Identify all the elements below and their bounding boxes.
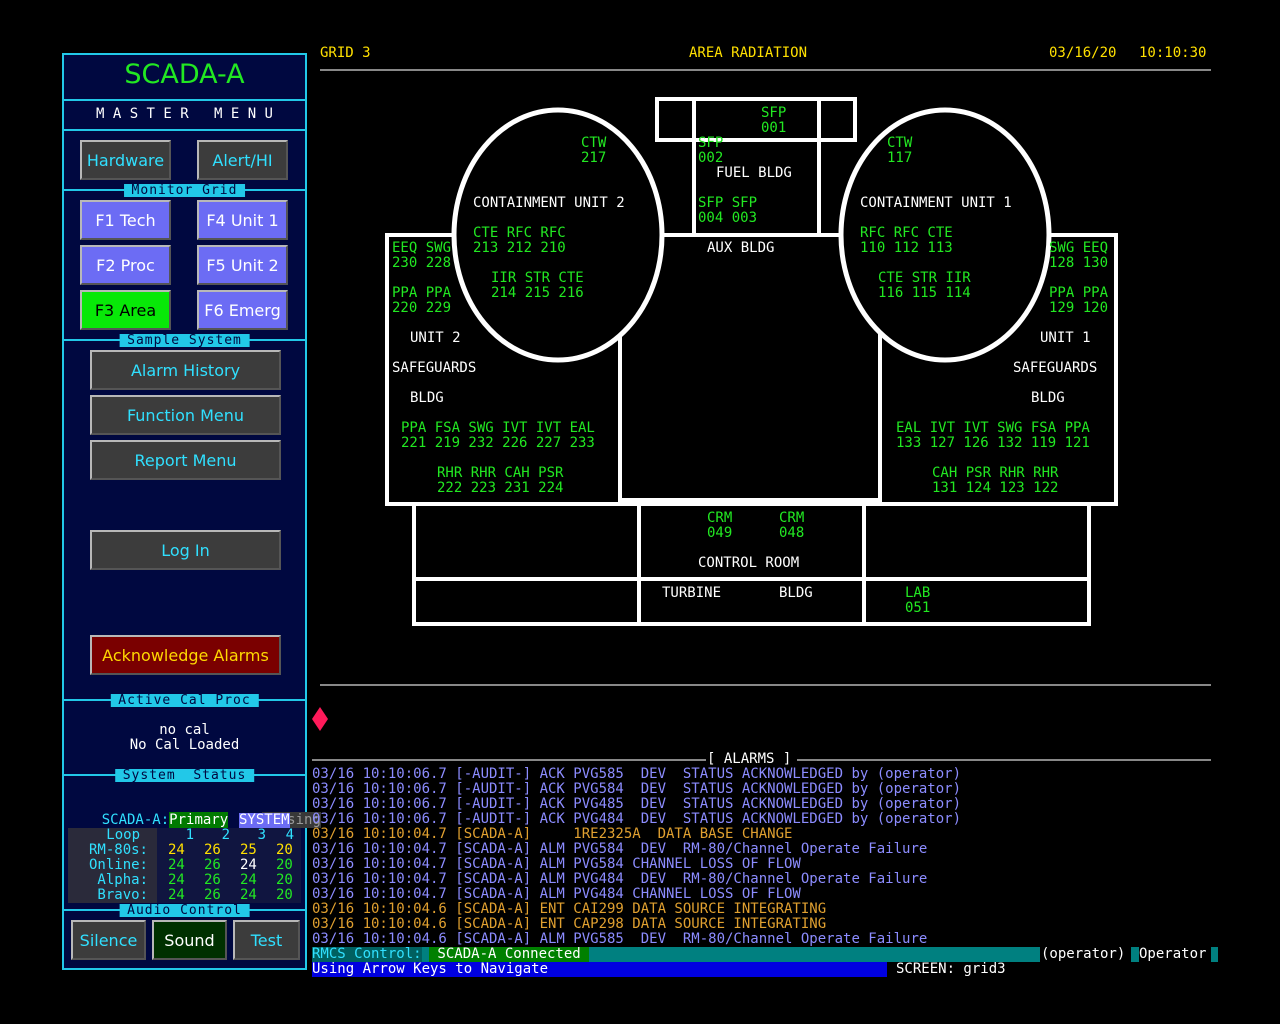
unit1-safeguards-label: SAFEGUARDS: [1013, 360, 1098, 376]
loop-header-2: 2: [221, 827, 230, 843]
system-badge: SYSTEM: [239, 812, 290, 828]
bravo-loop1: 24: [168, 887, 185, 903]
sensor-c1-row2[interactable]: CTE STR IIR 116 115 114: [878, 271, 971, 301]
sensor-crm048[interactable]: CRM 048: [779, 511, 804, 541]
loop-header-label: Loop: [106, 827, 140, 843]
sensor-sfp002[interactable]: SFP 002: [698, 136, 723, 166]
alpha-loop4: 20: [276, 872, 293, 888]
bravo-loop4: 20: [276, 887, 293, 903]
sensor-sfp004-003[interactable]: SFP SFP 004 003: [698, 196, 757, 226]
map-divider: [320, 684, 1211, 686]
sensor-u1-row1[interactable]: EAL IVT IVT SWG FSA PPA 133 127 126 132 …: [896, 421, 1090, 451]
sensor-c1-row1[interactable]: RFC RFC CTE 110 112 113: [860, 226, 953, 256]
alpha-loop2: 26: [204, 872, 221, 888]
alarm-line[interactable]: 03/16 10:10:04.7 [SCADA-A] ALM PVG484 DE…: [312, 872, 1212, 887]
rm80s-loop2: 26: [204, 842, 221, 858]
unit2-safeguards-label: SAFEGUARDS: [392, 360, 477, 376]
rmcs-control-value: SCADA-A Connected: [429, 947, 589, 962]
sensor-ctw117[interactable]: CTW 117: [887, 136, 912, 166]
screen-label: SCREEN: grid3: [896, 961, 1006, 977]
aux-bldg-label: AUX BLDG: [707, 240, 775, 256]
turbine-label: TURBINE: [662, 585, 722, 601]
loop-header-1: 1: [185, 827, 194, 843]
loop-header-3: 3: [257, 827, 266, 843]
silence-button[interactable]: Silence: [71, 920, 146, 960]
sound-button[interactable]: Sound: [152, 920, 227, 960]
sensor-crm049[interactable]: CRM 049: [707, 511, 732, 541]
sensor-sfp001[interactable]: SFP 001: [761, 106, 786, 136]
cal-status-line2: No Cal Loaded: [129, 737, 240, 753]
alarm-line[interactable]: 03/16 10:10:06.7 [-AUDIT-] ACK PVG485 DE…: [312, 797, 1212, 812]
rmcs-control-label: RMCS Control:: [312, 946, 422, 962]
role-label: Operator: [1139, 946, 1207, 962]
fuel-building-outline: [655, 97, 857, 142]
alarm-line[interactable]: 03/16 10:10:04.6 [SCADA-A] ENT CAI299 DA…: [312, 902, 1212, 917]
containment-unit2-label: CONTAINMENT UNIT 2: [473, 195, 625, 211]
control-room-label: CONTROL ROOM: [698, 555, 800, 571]
alarm-line[interactable]: 03/16 10:10:06.7 [-AUDIT-] ACK PVG584 DE…: [312, 782, 1212, 797]
online-loop4: 20: [276, 857, 293, 873]
user-label: (operator): [1041, 946, 1126, 962]
alpha-loop3: 24: [240, 872, 257, 888]
sensor-c2-row1[interactable]: CTE RFC RFC 213 212 210: [473, 226, 566, 256]
sensor-u2-row2[interactable]: RHR RHR CAH PSR 222 223 231 224: [437, 466, 563, 496]
bravo-label: Bravo:: [97, 887, 148, 903]
alpha-label: Alpha:: [97, 872, 148, 888]
rm80s-label: RM-80s:: [88, 842, 148, 858]
sensor-ctw217[interactable]: CTW 217: [581, 136, 606, 166]
sensor-c2-row2[interactable]: IIR STR CTE 214 215 216: [491, 271, 584, 301]
containment-unit1-label: CONTAINMENT UNIT 1: [860, 195, 1012, 211]
sensor-u2-eeq-swg[interactable]: EEQ SWG 230 228: [392, 241, 451, 271]
alarm-line[interactable]: 03/16 10:10:04.7 [SCADA-A] ALM PVG484 CH…: [312, 887, 1212, 902]
unit2-bldg-label: BLDG: [410, 390, 444, 406]
sensor-lab051[interactable]: LAB 051: [905, 586, 930, 616]
alarm-line[interactable]: 03/16 10:10:06.7 [-AUDIT-] ACK PVG484 DE…: [312, 812, 1212, 827]
cal-status-line1: no cal: [159, 722, 210, 738]
turbine-bldg-label: BLDG: [779, 585, 813, 601]
sensor-u1-row2[interactable]: CAH PSR RHR RHR 131 124 123 122: [932, 466, 1058, 496]
alarm-line[interactable]: 03/16 10:10:04.7 [SCADA-A] ALM PVG584 DE…: [312, 842, 1212, 857]
rm80s-loop4: 20: [276, 842, 293, 858]
audio-control-header: Audio Control: [119, 904, 250, 917]
area-radiation-map: [385, 97, 1118, 626]
alarm-line[interactable]: 03/16 10:10:04.6 [SCADA-A] ENT CAP298 DA…: [312, 917, 1212, 932]
alarms-divider-right: [797, 759, 1211, 761]
loop-table: Loop 1 2 3 4 RM-80s: 24 26 25 20 Online:…: [68, 828, 301, 903]
loop-header-4: 4: [285, 827, 294, 843]
alpha-loop1: 24: [168, 872, 185, 888]
online-loop1: 24: [168, 857, 185, 873]
test-button[interactable]: Test: [233, 920, 300, 960]
alarm-marker-icon: [312, 707, 328, 731]
unit1-bldg-label: BLDG: [1031, 390, 1065, 406]
rm80s-loop3: 25: [240, 842, 257, 858]
system-status-header: System Status: [114, 769, 255, 782]
unit1-label: UNIT 1: [1040, 330, 1091, 346]
sensor-u2-ppa[interactable]: PPA PPA 220 229: [392, 286, 451, 316]
bravo-loop3: 24: [240, 887, 257, 903]
alarm-line[interactable]: 03/16 10:10:06.7 [-AUDIT-] ACK PVG585 DE…: [312, 767, 1212, 782]
alarm-line[interactable]: 03/16 10:10:04.7 [SCADA-A] 1RE2325A DATA…: [312, 827, 1212, 842]
online-loop2: 26: [204, 857, 221, 873]
online-label: Online:: [88, 857, 148, 873]
bravo-loop2: 26: [204, 887, 221, 903]
alarm-line[interactable]: 03/16 10:10:04.6 [SCADA-A] ALM PVG585 DE…: [312, 932, 1212, 947]
sensor-u2-row1[interactable]: PPA FSA SWG IVT IVT EAL 221 219 232 226 …: [401, 421, 595, 451]
alarm-line[interactable]: 03/16 10:10:04.7 [SCADA-A] ALM PVG584 CH…: [312, 857, 1212, 872]
navigation-hint: Using Arrow Keys to Navigate: [312, 961, 549, 977]
status-bar: RMCS Control: SCADA-A Connected (operato…: [312, 947, 1218, 977]
alarm-list[interactable]: 03/16 10:10:06.7 [-AUDIT-] ACK PVG585 DE…: [312, 767, 1212, 947]
rm80s-loop1: 24: [168, 842, 185, 858]
alarms-title: [ ALARMS ]: [707, 751, 792, 767]
scada-a-label: SCADA-A:: [101, 812, 170, 828]
sensor-u1-swg-eeq[interactable]: SWG EEQ 128 130: [1049, 241, 1108, 271]
fuel-bldg-label: FUEL BLDG: [716, 165, 792, 181]
scada-a-value: Primary: [169, 812, 229, 828]
online-loop3: 24: [240, 857, 257, 873]
alarms-divider-left: [312, 759, 706, 761]
unit2-label: UNIT 2: [410, 330, 461, 346]
sensor-u1-ppa[interactable]: PPA PPA 129 120: [1049, 286, 1108, 316]
